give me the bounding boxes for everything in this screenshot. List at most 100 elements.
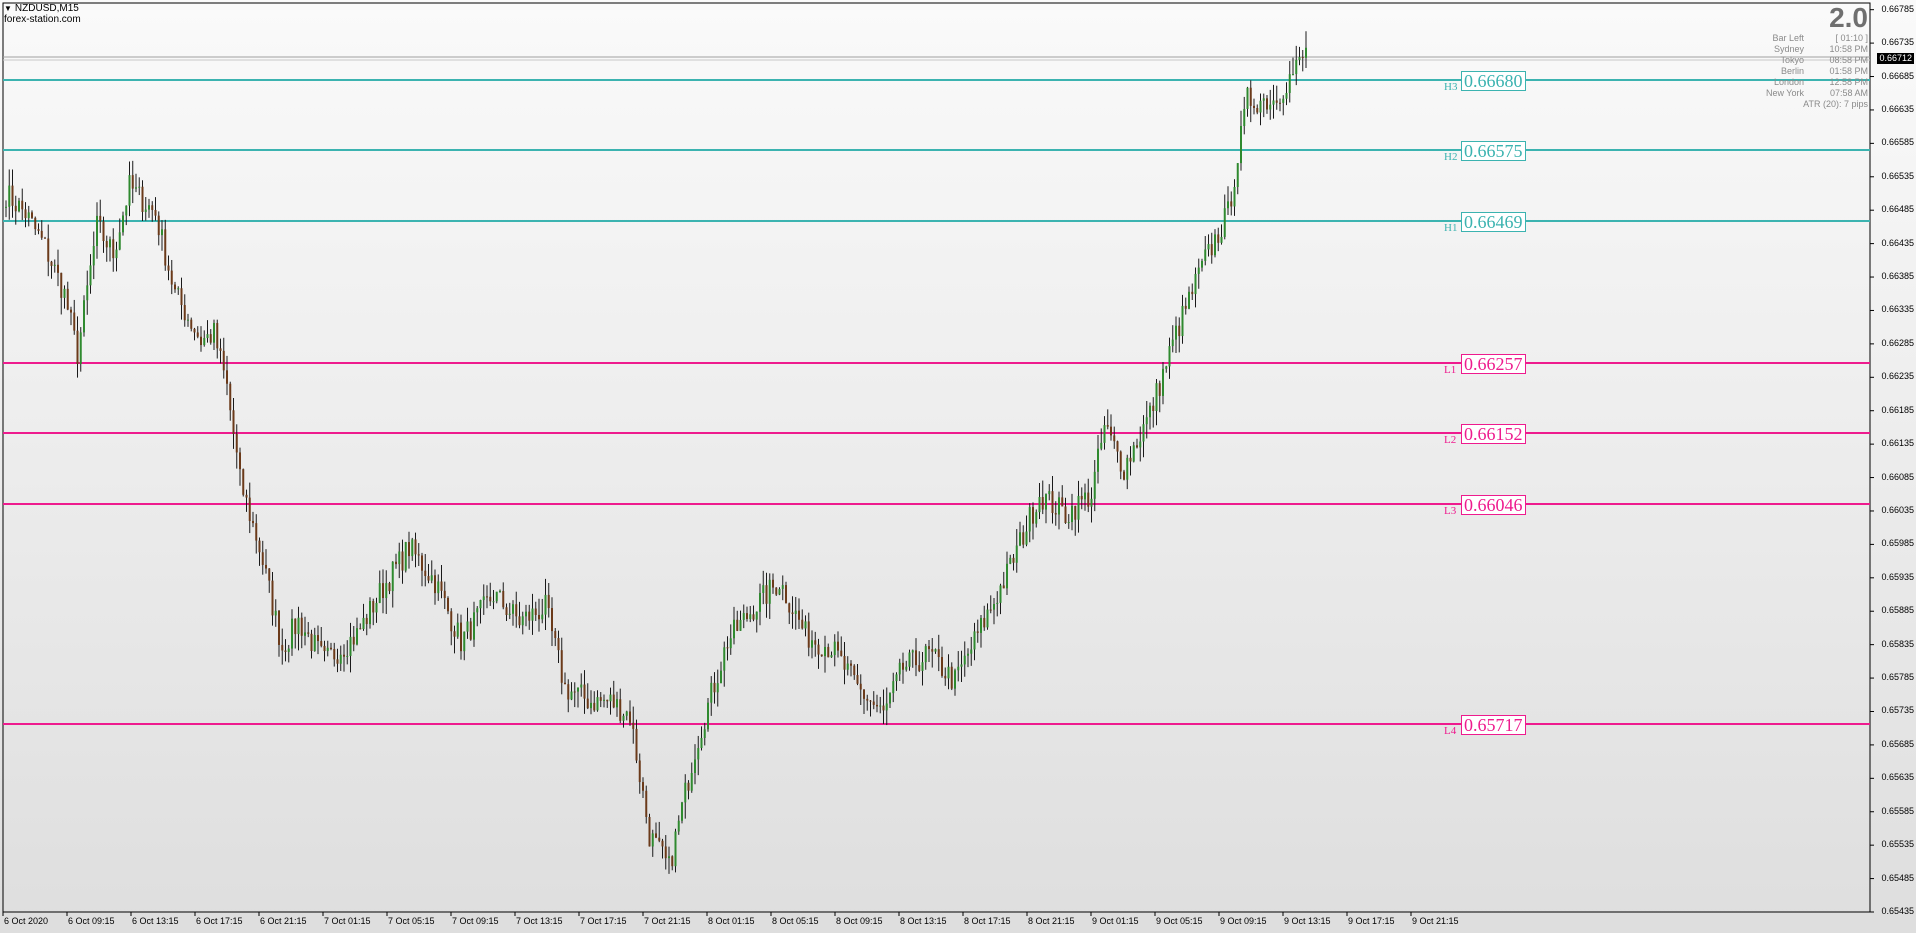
candle-body bbox=[723, 647, 726, 671]
price-label: 0.65785 bbox=[1881, 672, 1914, 683]
candle-body bbox=[1106, 425, 1109, 427]
candle-body bbox=[954, 670, 956, 689]
candle-body bbox=[1217, 234, 1220, 243]
level-tag-h2: H2 bbox=[1444, 151, 1458, 163]
candle-body bbox=[973, 631, 976, 650]
candle-body bbox=[619, 699, 622, 721]
price-label: 0.66485 bbox=[1881, 204, 1914, 215]
candle-body bbox=[281, 644, 284, 651]
candle-body bbox=[460, 622, 462, 652]
candle-body bbox=[1298, 57, 1301, 60]
candle-body bbox=[18, 200, 20, 212]
candle-body bbox=[144, 209, 147, 212]
candle-body bbox=[86, 285, 89, 301]
candle-body bbox=[736, 619, 739, 631]
candle-body bbox=[726, 647, 729, 649]
candle-body bbox=[853, 665, 856, 676]
candle-body bbox=[1175, 325, 1177, 340]
candle-body bbox=[53, 264, 56, 266]
candle-body bbox=[170, 270, 173, 285]
candle-body bbox=[876, 704, 878, 707]
session-time: [ 01:10 ] bbox=[1835, 33, 1868, 43]
dropdown-icon[interactable]: ▼ bbox=[4, 3, 12, 14]
candle-body bbox=[395, 561, 397, 565]
candle-body bbox=[1035, 512, 1038, 524]
candle-body bbox=[1279, 102, 1281, 104]
level-tag-l4: L4 bbox=[1444, 725, 1457, 737]
time-label: 7 Oct 13:15 bbox=[516, 916, 563, 926]
candle-body bbox=[122, 215, 124, 233]
candle-body bbox=[1074, 505, 1077, 520]
candle-body bbox=[1292, 74, 1294, 76]
candle-body bbox=[612, 694, 615, 708]
candle-body bbox=[434, 575, 436, 594]
candle-body bbox=[1097, 448, 1099, 472]
candle-body bbox=[200, 336, 202, 346]
candle-body bbox=[1285, 92, 1288, 99]
candle-body bbox=[167, 265, 170, 271]
candle-body bbox=[268, 568, 271, 581]
candles bbox=[5, 31, 1307, 874]
candle-body bbox=[752, 614, 755, 620]
candle-body bbox=[1145, 417, 1148, 425]
candle-body bbox=[76, 330, 79, 364]
candle-body bbox=[1022, 532, 1025, 545]
session-time: 07:58 AM bbox=[1829, 88, 1868, 98]
candle-body bbox=[781, 585, 784, 589]
candle-body bbox=[885, 703, 888, 711]
candle-body bbox=[690, 773, 693, 791]
candle-body bbox=[57, 264, 59, 273]
candle-body bbox=[411, 539, 414, 557]
candle-body bbox=[882, 705, 885, 711]
candle-body bbox=[963, 655, 966, 665]
level-value-h2: 0.66575 bbox=[1461, 141, 1526, 161]
candle-body bbox=[14, 205, 17, 212]
candle-body bbox=[889, 693, 891, 704]
candlestick-chart[interactable] bbox=[0, 0, 1916, 933]
candle-body bbox=[1119, 451, 1122, 472]
level-value-l1: 0.66257 bbox=[1461, 354, 1526, 374]
candle-body bbox=[993, 604, 995, 610]
candle-body bbox=[1269, 104, 1272, 110]
candle-body bbox=[850, 663, 852, 666]
candle-body bbox=[1249, 87, 1252, 106]
candle-body bbox=[1201, 260, 1203, 268]
chart-frame bbox=[2, 2, 1871, 913]
candle-body bbox=[554, 631, 557, 639]
time-label: 6 Oct 17:15 bbox=[196, 916, 243, 926]
candle-body bbox=[271, 580, 274, 616]
price-label: 0.65435 bbox=[1881, 906, 1914, 916]
candle-body bbox=[1110, 426, 1112, 436]
symbol-label: NZDUSD,M15 bbox=[14, 3, 79, 14]
candle-body bbox=[229, 383, 232, 411]
candle-body bbox=[1155, 383, 1158, 411]
level-tag-h3: H3 bbox=[1444, 81, 1458, 93]
candle-body bbox=[775, 587, 778, 595]
candle-body bbox=[544, 594, 547, 615]
candle-body bbox=[1006, 563, 1008, 589]
chart-window[interactable]: ▼ NZDUSD,M15 forex-station.com 2.0 Bar Le… bbox=[0, 0, 1916, 933]
candle-body bbox=[213, 322, 215, 343]
candle-body bbox=[128, 175, 131, 206]
candle-body bbox=[1168, 346, 1171, 367]
candle-body bbox=[1272, 100, 1275, 105]
candle-body bbox=[898, 662, 901, 675]
candle-body bbox=[820, 654, 823, 657]
candle-body bbox=[1071, 505, 1073, 523]
time-label: 7 Oct 21:15 bbox=[644, 916, 691, 926]
candle-body bbox=[700, 737, 703, 749]
candle-body bbox=[216, 322, 219, 349]
candle-body bbox=[1227, 201, 1229, 209]
candle-body bbox=[131, 175, 134, 189]
candle-body bbox=[1058, 497, 1060, 515]
candle-body bbox=[375, 602, 378, 613]
candle-body bbox=[629, 711, 631, 723]
candle-body bbox=[869, 700, 872, 702]
plot-border bbox=[2, 2, 1871, 913]
candle-body bbox=[482, 596, 485, 601]
candle-body bbox=[346, 655, 349, 657]
time-label: 7 Oct 09:15 bbox=[452, 916, 499, 926]
candle-body bbox=[401, 551, 404, 571]
candle-body bbox=[333, 649, 336, 660]
candle-body bbox=[206, 334, 209, 339]
